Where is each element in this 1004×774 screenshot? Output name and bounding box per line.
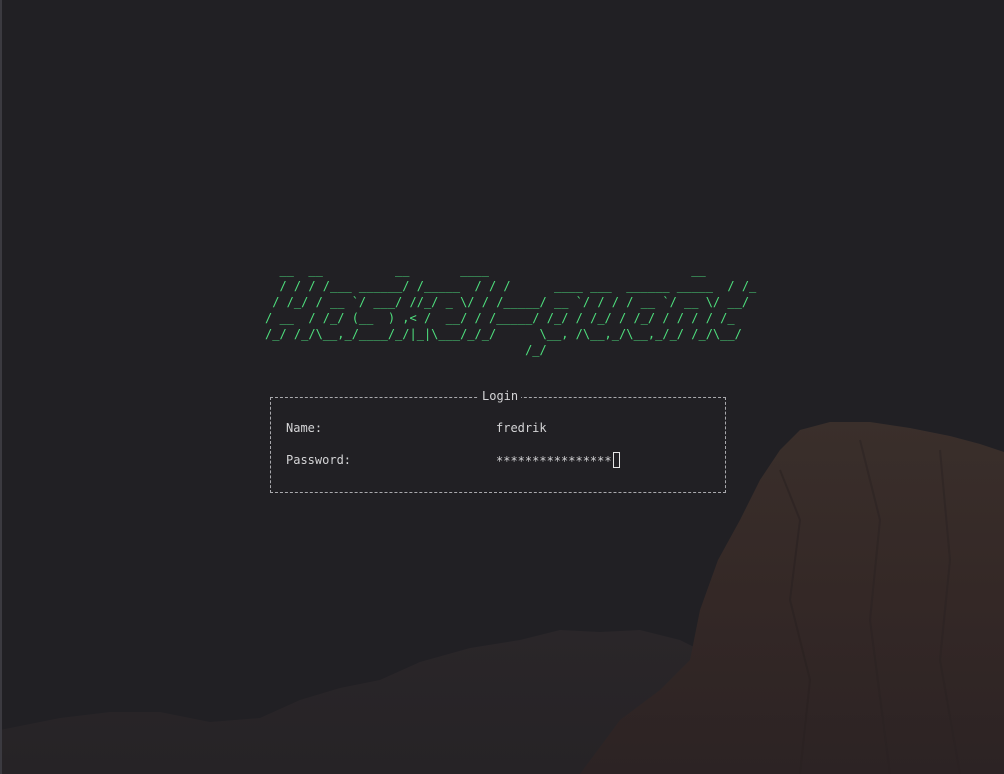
password-value: ****************	[496, 454, 612, 468]
login-panel: Login Name: fredrik Password: **********…	[270, 388, 726, 493]
window-left-edge	[0, 0, 2, 774]
password-label: Password:	[286, 453, 352, 467]
password-field[interactable]: ****************	[496, 452, 620, 469]
text-cursor	[612, 452, 620, 468]
ascii-art-logo: __ __ __ ____ __ / / / /___ ______/ /___…	[265, 263, 757, 357]
mountain-background	[0, 422, 1004, 774]
login-title: Login	[479, 388, 522, 404]
name-value: fredrik	[496, 421, 547, 435]
name-field[interactable]: fredrik	[496, 420, 547, 436]
name-label: Name:	[286, 421, 323, 435]
